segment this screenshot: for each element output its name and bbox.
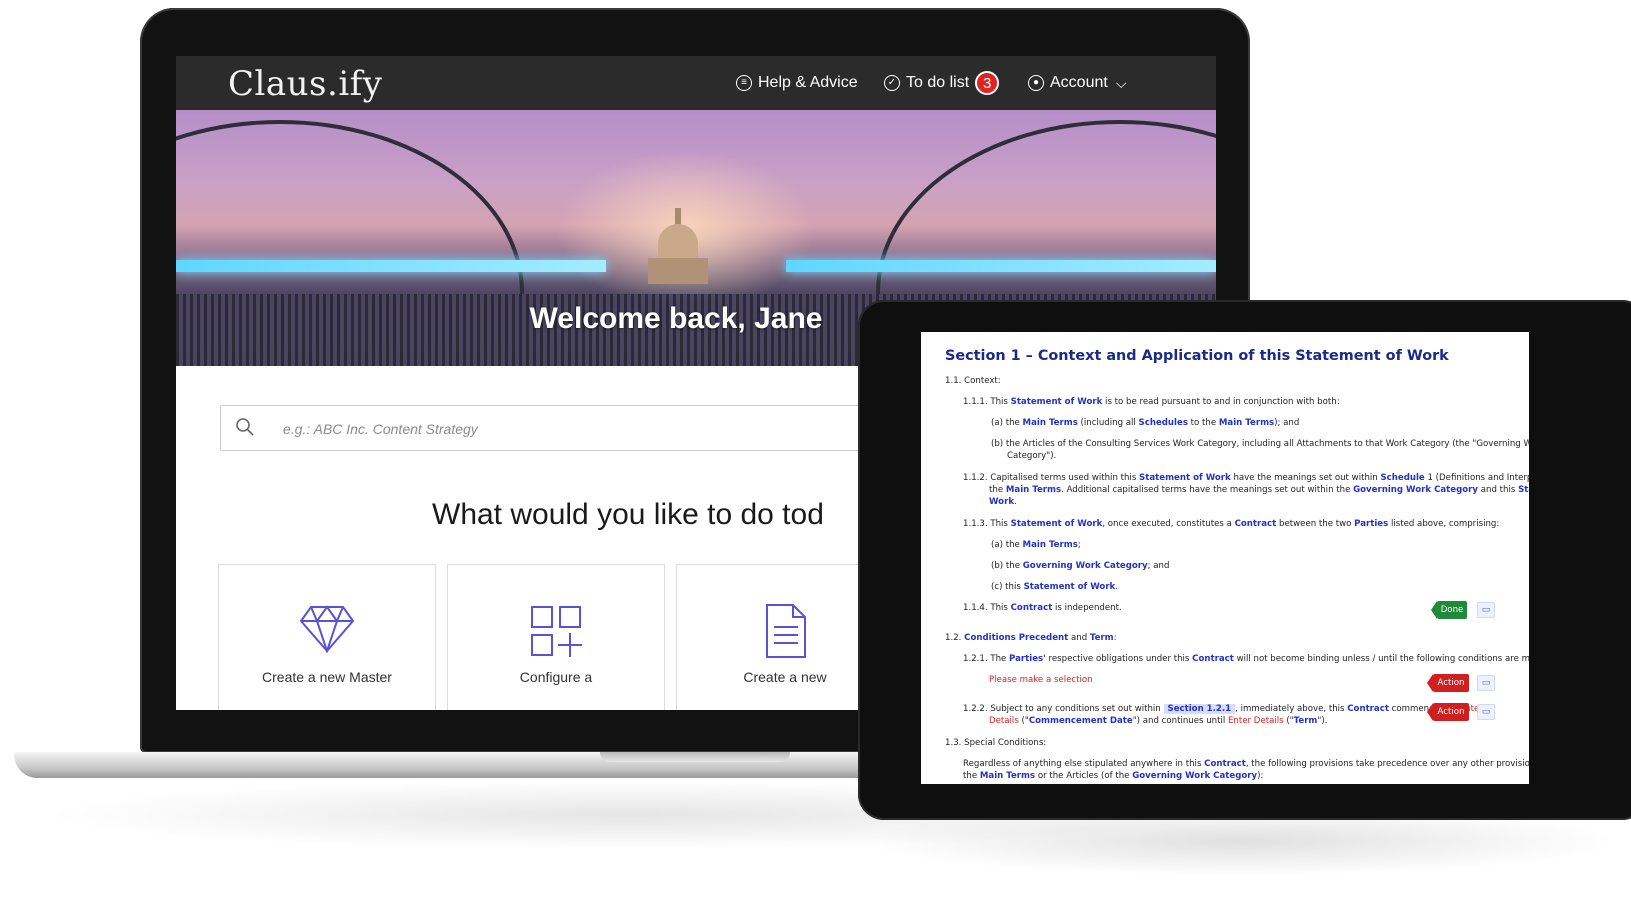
term-link[interactable]: Governing Work Category bbox=[1023, 561, 1148, 571]
chat-bubble-icon: ≡ bbox=[736, 75, 752, 91]
term-link[interactable]: Statement of Work bbox=[1024, 582, 1116, 592]
clause-1-1-1-b-cont: Category"). bbox=[1007, 451, 1057, 461]
contract-document: Section 1 – Context and Application of t… bbox=[921, 332, 1529, 784]
help-advice-link[interactable]: ≡ Help & Advice bbox=[736, 56, 858, 110]
term-link[interactable]: Main Terms bbox=[980, 771, 1035, 781]
term-link[interactable]: Statement of bbox=[1518, 485, 1529, 495]
clause-1-1-3-b: (b) the Governing Work Category; and bbox=[991, 561, 1170, 571]
grid-plus-icon bbox=[531, 606, 582, 657]
user-circle-icon: ● bbox=[1028, 75, 1044, 91]
laptop-notch bbox=[600, 752, 790, 762]
selection-warning[interactable]: Please make a selection bbox=[989, 675, 1093, 685]
clause-1-2-2: 1.2.2. Subject to any conditions set out… bbox=[963, 704, 1483, 714]
term-link[interactable]: Schedule bbox=[1380, 473, 1424, 483]
term-link[interactable]: Contract bbox=[1235, 519, 1277, 529]
term-link[interactable]: Main Terms bbox=[1023, 418, 1078, 428]
clause-1-1-2-cont2: Work. bbox=[989, 497, 1017, 507]
term-link[interactable]: Schedules bbox=[1139, 418, 1188, 428]
term-link[interactable]: Main Terms bbox=[1006, 485, 1061, 495]
clause-1-1-3: 1.1.3. This Statement of Work, once exec… bbox=[963, 519, 1500, 529]
comment-icon[interactable]: ▭ bbox=[1477, 675, 1495, 691]
term-link[interactable]: Contract bbox=[1204, 759, 1246, 769]
term-link[interactable]: Statement of Work bbox=[1011, 519, 1103, 529]
bridge-light-right bbox=[786, 260, 1216, 272]
term-link[interactable]: Term bbox=[1294, 716, 1318, 726]
enter-details-field[interactable]: Details bbox=[989, 716, 1019, 726]
clause-1-1-1-a: (a) the Main Terms (including all Schedu… bbox=[991, 418, 1300, 428]
search-input[interactable] bbox=[281, 406, 885, 452]
clause-1-2: 1.2. Conditions Precedent and Term: bbox=[945, 633, 1117, 643]
clause-1-1-3-a: (a) the Main Terms; bbox=[991, 540, 1081, 550]
chevron-down-icon: ⌵ bbox=[1115, 74, 1127, 91]
term-link[interactable]: Statement of Work bbox=[1139, 473, 1231, 483]
todo-count-badge: 3 bbox=[975, 71, 1000, 95]
clause-1-1-4: 1.1.4. This Contract is independent. bbox=[963, 603, 1122, 613]
term-link[interactable]: Parties bbox=[1354, 519, 1388, 529]
term-link[interactable]: Parties' bbox=[1009, 654, 1046, 664]
help-advice-label: Help & Advice bbox=[758, 74, 858, 91]
enter-details-field[interactable]: Enter Details bbox=[1228, 716, 1284, 726]
clause-1-1-2: 1.1.2. Capitalised terms used within thi… bbox=[963, 473, 1529, 483]
special-conditions-text-cont: the Main Terms or the Articles (of the G… bbox=[963, 771, 1264, 781]
term-link[interactable]: Term bbox=[1090, 633, 1114, 643]
document-icon bbox=[766, 604, 806, 658]
term-link[interactable]: Statement of Work bbox=[1011, 397, 1103, 407]
action-button[interactable]: Action bbox=[1427, 703, 1469, 721]
clause-1-1-2-cont: the Main Terms. Additional capitalised t… bbox=[989, 485, 1529, 495]
clause-1-2-2-cont: Details ("Commencement Date") and contin… bbox=[989, 716, 1328, 726]
account-label: Account bbox=[1050, 74, 1108, 91]
card-label: Configure a bbox=[519, 669, 593, 685]
todo-list-link[interactable]: ✓ To do list 3 bbox=[884, 56, 1000, 110]
comment-icon[interactable]: ▭ bbox=[1477, 602, 1495, 618]
create-master-card[interactable]: Create a new Master bbox=[218, 564, 436, 710]
special-conditions-text: Regardless of anything else stipulated a… bbox=[963, 759, 1529, 769]
search-icon bbox=[236, 418, 254, 436]
done-button[interactable]: Done bbox=[1431, 601, 1467, 619]
term-link[interactable]: Work bbox=[989, 497, 1014, 507]
action-button[interactable]: Action bbox=[1427, 674, 1469, 692]
term-link[interactable]: Contract bbox=[1011, 603, 1053, 613]
clause-1-1-3-c: (c) this Statement of Work. bbox=[991, 582, 1119, 592]
cathedral-dome bbox=[648, 208, 708, 284]
check-circle-icon: ✓ bbox=[884, 75, 900, 91]
section-reference-link[interactable]: Section 1.2.1 bbox=[1163, 704, 1236, 714]
search-field[interactable] bbox=[220, 405, 922, 452]
term-link[interactable]: Contract bbox=[1192, 654, 1234, 664]
action-prompt-heading: What would you like to do tod bbox=[432, 498, 824, 531]
term-link[interactable]: Contract bbox=[1347, 704, 1389, 714]
term-link[interactable]: Conditions Precedent bbox=[964, 633, 1068, 643]
diamond-icon bbox=[299, 605, 355, 653]
app-logo[interactable]: Claus.ify bbox=[228, 64, 382, 104]
card-label: Create a new Master bbox=[262, 669, 392, 685]
term-link[interactable]: Commencement Date bbox=[1029, 716, 1133, 726]
term-link[interactable]: Main Terms bbox=[1219, 418, 1274, 428]
top-navigation-bar: Claus.ify ≡ Help & Advice ✓ To do list 3… bbox=[176, 56, 1216, 110]
bridge-light-left bbox=[176, 260, 606, 272]
comment-icon[interactable]: ▭ bbox=[1477, 704, 1495, 720]
clause-1-1: 1.1. Context: bbox=[945, 376, 1001, 386]
account-menu[interactable]: ● Account ⌵ bbox=[1028, 56, 1126, 110]
section-title: Section 1 – Context and Application of t… bbox=[945, 348, 1449, 364]
configure-card[interactable]: Configure a bbox=[447, 564, 665, 710]
term-link[interactable]: Governing Work Category bbox=[1353, 485, 1478, 495]
clause-1-1-1: 1.1.1. This Statement of Work is to be r… bbox=[963, 397, 1340, 407]
clause-1-3: 1.3. Special Conditions: bbox=[945, 738, 1047, 748]
todo-list-label: To do list bbox=[906, 74, 970, 91]
term-link[interactable]: Governing Work Category bbox=[1132, 771, 1257, 781]
term-link[interactable]: Main Terms bbox=[1023, 540, 1078, 550]
clause-1-2-1: 1.2.1. The Parties' respective obligatio… bbox=[963, 654, 1529, 664]
clause-1-1-1-b: (b) the Articles of the Consulting Servi… bbox=[991, 439, 1529, 449]
